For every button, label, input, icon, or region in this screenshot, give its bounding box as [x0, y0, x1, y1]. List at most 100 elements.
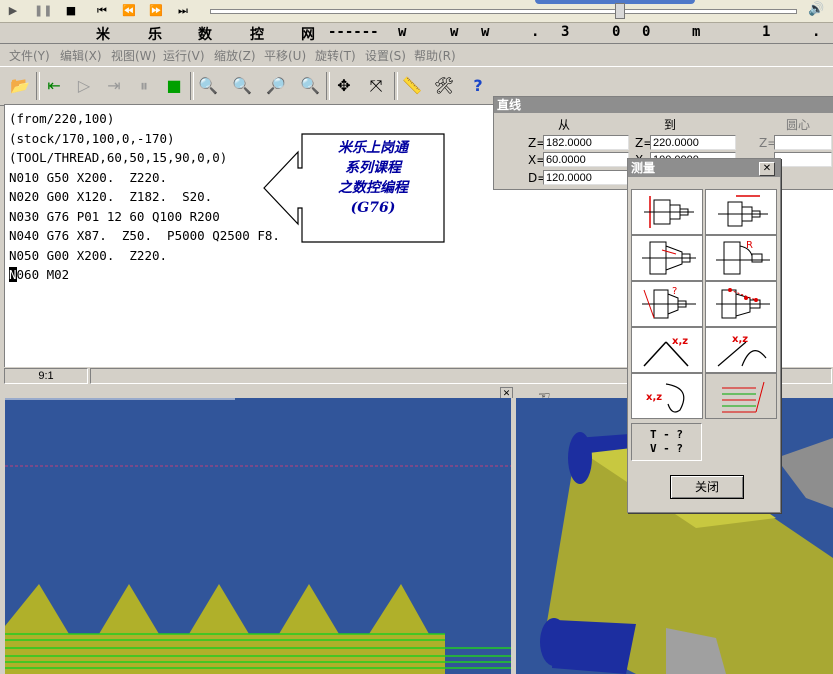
measure-tangent-button[interactable]: x,z [705, 327, 777, 373]
code-text: (from/220,100) (stock/170,100,0,-170) (TOO… [9, 109, 280, 285]
measure-close-button[interactable]: 关闭 [670, 475, 744, 499]
to-header: 到 [664, 118, 677, 132]
ruler-icon[interactable]: 📏 [398, 72, 426, 100]
marquee-char: w [450, 24, 459, 40]
step-icon[interactable]: ⇥ [100, 72, 128, 100]
marquee-char: w [481, 24, 490, 40]
seek-track[interactable] [210, 9, 797, 14]
marquee-char: 网 [301, 27, 315, 43]
to-z-field[interactable]: 220.0000 [650, 135, 736, 150]
from-z-field[interactable]: 182.0000 [543, 135, 629, 150]
marquee-char: 3 [561, 24, 570, 40]
measure-diameter-button[interactable] [631, 189, 703, 235]
zoom-out-icon[interactable]: 🔍 [228, 72, 256, 100]
marquee-title: 米 乐 数 控 网 ------ w w w . 3 0 0 m 1 . [0, 23, 833, 44]
menu-run[interactable]: 运行(V) [163, 47, 205, 64]
menu-bar: 文件(Y) 编辑(X) 视图(W) 运行(V) 缩放(Z) 平移(U) 旋转(T… [0, 44, 833, 64]
marquee-char: 乐 [148, 27, 162, 43]
pan-icon[interactable]: ✥ [330, 72, 358, 100]
marquee-char: 0 [642, 24, 651, 40]
measure-intersection-button[interactable]: x,z [631, 327, 703, 373]
menu-settings[interactable]: 设置(S) [365, 47, 406, 64]
svg-text:?: ? [672, 286, 677, 297]
measure-thread-button[interactable] [705, 373, 777, 419]
zoom-in-icon[interactable]: 🔍 [194, 72, 222, 100]
tool-speed-readout[interactable]: T - ? V - ? [631, 423, 702, 461]
marquee-char: 1 [762, 24, 771, 40]
center-x-field[interactable] [774, 152, 832, 167]
stop-run-icon[interactable]: ■ [160, 72, 188, 100]
measure-point-button[interactable] [705, 281, 777, 327]
svg-text:x,z: x,z [646, 392, 662, 403]
marquee-char: 米 [96, 27, 110, 43]
measure-chamfer-button[interactable]: ? [631, 281, 703, 327]
open-folder-icon[interactable]: 📂 [6, 72, 34, 100]
step-start-icon[interactable]: ⇤ [40, 72, 68, 100]
measure-close-icon[interactable]: ✕ [759, 162, 775, 176]
seek-thumb[interactable] [615, 3, 625, 19]
marquee-char: 控 [250, 27, 264, 43]
measure-radius-button[interactable]: R [705, 235, 777, 281]
code-line: N040 G76 X87. Z50. P5000 Q2500 F8. [9, 228, 280, 243]
code-line: N050 G00 X200. Z220. [9, 247, 168, 263]
measure-angle-button[interactable] [631, 235, 703, 281]
fast-forward-icon[interactable]: ⏩ [147, 3, 165, 19]
menu-rotate[interactable]: 旋转(T) [315, 47, 356, 64]
lesson-callout: 米乐上岗通 系列课程 之数控编程 (G76) [262, 132, 446, 244]
marquee-char: 0 [612, 24, 621, 40]
marquee-char: . [812, 24, 821, 40]
callout-line: 系列课程 [345, 160, 401, 176]
marquee-char: . [531, 24, 540, 40]
code-line: N020 G00 X120. Z182. S20. [9, 189, 213, 204]
center-z-field[interactable] [774, 135, 832, 150]
callout-text: 米乐上岗通 系列课程 之数控编程 (G76) [308, 138, 438, 218]
speed-readout: V - ? [649, 442, 684, 455]
marquee-char: w [398, 24, 407, 40]
measure-panel: 测量 ✕ R ? x,z x,z x,z T - ? V - ? 关闭 [627, 158, 781, 513]
svg-text:x,z: x,z [732, 334, 748, 345]
svg-text:R: R [746, 240, 753, 251]
rewind-icon[interactable]: ⏪ [120, 3, 138, 19]
skip-end-icon[interactable]: ⏭ [174, 3, 192, 19]
from-d-field[interactable]: 120.0000 [543, 170, 629, 185]
zoom-fit-icon[interactable]: 🔍 [296, 72, 324, 100]
center-header: 圆心 [786, 118, 811, 132]
menu-view[interactable]: 视图(W) [111, 47, 156, 64]
measure-panel-title: 测量 [628, 159, 780, 177]
zoom-window-icon[interactable]: 🔎 [262, 72, 290, 100]
menu-help[interactable]: 帮助(R) [414, 47, 456, 64]
pause-run-icon[interactable]: ⏸ [130, 72, 158, 100]
play-icon[interactable]: ▶ [4, 3, 22, 19]
from-x-field[interactable]: 60.0000 [543, 152, 629, 167]
svg-text:x,z: x,z [672, 336, 688, 347]
from-header: 从 [558, 118, 571, 132]
code-line-rest: 060 M02 [16, 267, 70, 282]
line-panel-title: 直线 [494, 97, 833, 113]
measure-length-button[interactable] [705, 189, 777, 235]
measure-arc-point-button[interactable]: x,z [631, 373, 703, 419]
viewport-2d-profile[interactable] [5, 398, 511, 674]
pause-icon[interactable]: ❚❚ [34, 3, 52, 19]
cursor-position: 9:1 [4, 368, 88, 384]
help-icon[interactable]: ? [464, 72, 492, 100]
settings-tools-icon[interactable]: 🛠 [430, 72, 458, 100]
menu-edit[interactable]: 编辑(X) [60, 47, 102, 64]
code-line: N010 G50 X200. Z220. [9, 169, 168, 185]
callout-line: (G76) [350, 200, 396, 216]
menu-pan[interactable]: 平移(U) [264, 47, 306, 64]
marquee-char: ------ [328, 24, 379, 40]
stop-icon[interactable]: ■ [62, 3, 80, 19]
tool-readout: T - ? [649, 428, 684, 441]
volume-icon[interactable]: 🔊 [808, 2, 826, 20]
code-line: N060 M02 [9, 265, 280, 285]
marquee-char: m [692, 24, 701, 40]
code-line: (TOOL/THREAD,60,50,15,90,0,0) [9, 150, 228, 165]
menu-zoom[interactable]: 缩放(Z) [214, 47, 256, 64]
rotate-icon[interactable]: ⤧ [362, 72, 390, 100]
run-icon[interactable]: ▷ [70, 72, 98, 100]
code-line: N030 G76 P01 12 60 Q100 R200 [9, 208, 220, 224]
text-cursor: N [9, 267, 17, 282]
skip-start-icon[interactable]: ⏮ [93, 3, 111, 19]
code-line: (from/220,100) [9, 111, 115, 126]
menu-file[interactable]: 文件(Y) [9, 47, 50, 64]
